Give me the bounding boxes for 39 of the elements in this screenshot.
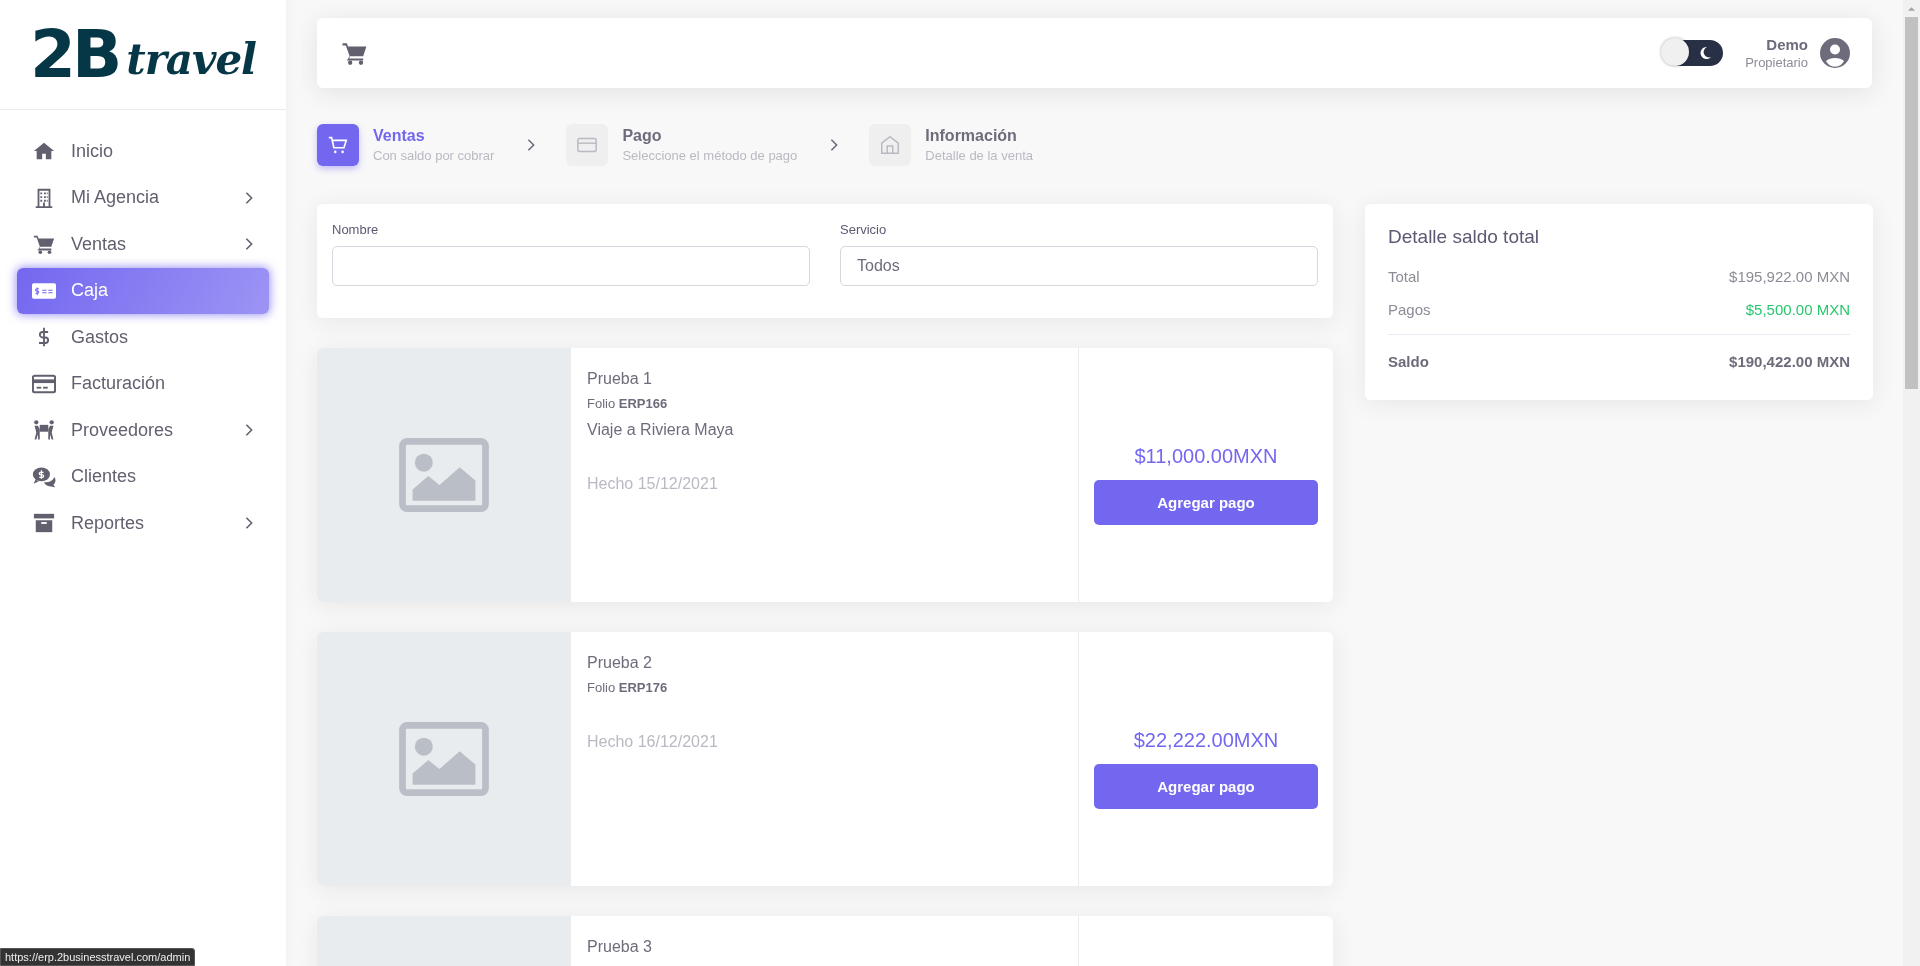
logo-word: travel [126, 35, 257, 84]
wizard-step[interactable]: Información Detalle de la venta [869, 124, 1033, 166]
user-role: Propietario [1745, 55, 1808, 70]
status-url-tooltip: https://erp.2businesstravel.com/admin [0, 948, 196, 966]
sale-date: Hecho 16/12/2021 [587, 733, 719, 751]
sale-title: Prueba 2 [587, 654, 653, 672]
summary-label: Total [1388, 268, 1420, 285]
add-payment-button[interactable]: Agregar pago [1094, 764, 1318, 809]
summary-title: Detalle saldo total [1388, 226, 1541, 248]
summary-value: $195,922.00 MXN [1729, 268, 1850, 285]
sale-price: $22,222.00MXN [1133, 729, 1279, 752]
summary-value: $5,500.00 MXN [1745, 301, 1850, 318]
sale-title: Prueba 3 [587, 938, 653, 956]
field-label: Nombre [332, 222, 380, 237]
user-name: Demo [1766, 36, 1808, 53]
sidebar-item[interactable]: Reportes [17, 500, 269, 546]
sale-date: Hecho 15/12/2021 [587, 475, 719, 493]
input-field[interactable]: Todos [840, 246, 1318, 286]
sale-title: Prueba 1 [587, 370, 653, 388]
sidebar-item[interactable]: Ventas [17, 221, 269, 267]
sidebar-item[interactable]: Inicio [17, 128, 269, 174]
summary-value: $190,422.00 MXN [1729, 353, 1850, 370]
wizard-step[interactable]: Ventas Con saldo por cobrar [317, 124, 495, 166]
sidebar-item[interactable]: Gastos [17, 314, 269, 360]
sidebar-item[interactable]: Mi Agencia [17, 174, 269, 221]
field-label: Servicio [840, 222, 888, 237]
sale-folio: Folio ERP176 [587, 680, 669, 695]
sidebar-item[interactable]: Facturación [17, 360, 269, 407]
sidebar-item[interactable]: Caja [17, 267, 269, 314]
sale-folio: Folio ERP166 [587, 396, 669, 411]
add-payment-button[interactable]: Agregar pago [1094, 480, 1318, 525]
summary-label: Saldo [1388, 353, 1429, 370]
sale-price: $11,000.00MXN [1134, 445, 1278, 468]
logo-mark: 2B [30, 21, 119, 88]
sidebar-item[interactable]: Proveedores [17, 407, 269, 453]
wizard-step[interactable]: Pago Seleccione el método de pago [566, 124, 798, 166]
sidebar-item[interactable]: Clientes [17, 453, 269, 500]
summary-label: Pagos [1388, 301, 1431, 318]
sale-description: Viaje a Riviera Maya [587, 421, 735, 439]
